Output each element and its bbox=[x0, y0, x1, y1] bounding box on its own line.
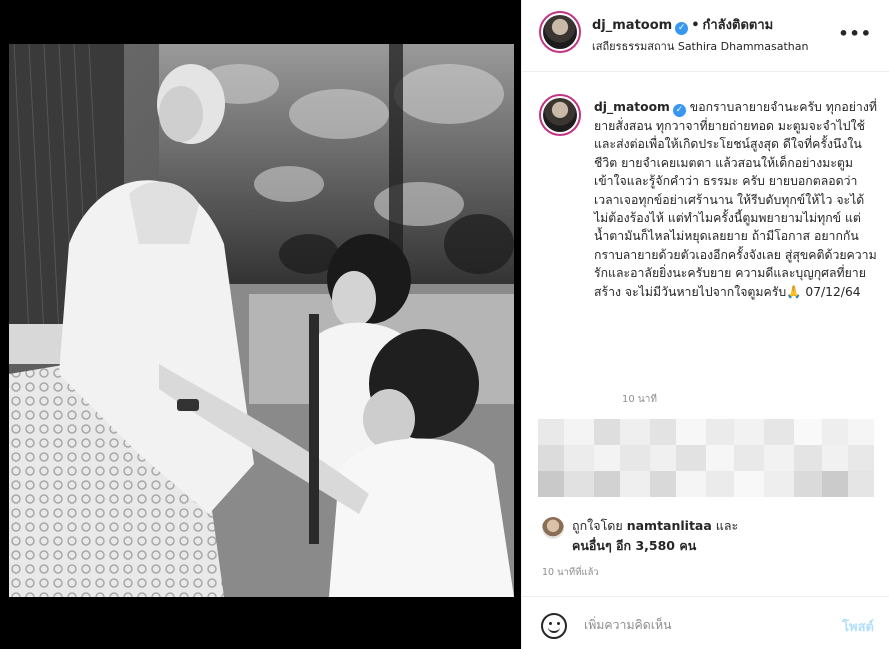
location-link[interactable]: เสถียรธรรมสถาน Sathira Dhammasathan bbox=[592, 37, 808, 55]
post-header: dj_matoom ✓ • กำลังติดตาม เสถียรธรรมสถาน Sa… bbox=[522, 0, 889, 72]
post-sidebar: dj_matoom ✓ • กำลังติดตาม เสถียรธรรมสถาน Sa… bbox=[521, 0, 889, 649]
comment-input[interactable] bbox=[584, 613, 814, 637]
caption-text: dj_matoom ✓ ขอกราบลายายจำนะครับ ทุกอย่างท… bbox=[594, 98, 878, 301]
caption-section: dj_matoom ✓ ขอกราบลายายจำนะครับ ทุกอย่างท… bbox=[522, 72, 889, 410]
post-comment-button[interactable]: โพสต์ bbox=[842, 616, 874, 637]
verified-badge-icon: ✓ bbox=[675, 22, 689, 35]
caption-author-avatar[interactable] bbox=[539, 94, 581, 136]
smiley-icon[interactable] bbox=[541, 613, 567, 639]
author-username[interactable]: dj_matoom bbox=[592, 18, 672, 33]
caption-timestamp: 10 นาที bbox=[622, 394, 657, 405]
verified-badge-icon: ✓ bbox=[672, 104, 686, 117]
author-line: dj_matoom ✓ • กำลังติดตาม bbox=[592, 14, 773, 35]
comment-bar: โพสต์ bbox=[522, 596, 889, 649]
more-options-icon[interactable]: ••• bbox=[838, 24, 872, 43]
liker-avatar[interactable] bbox=[542, 517, 564, 539]
caption-username[interactable]: dj_matoom bbox=[594, 100, 670, 114]
liker-username[interactable]: namtanlitaa bbox=[627, 518, 712, 533]
separator-dot: • bbox=[691, 18, 700, 33]
caption-body: ขอกราบลายายจำนะครับ ทุกอย่างที่ยายสั่งสอ… bbox=[594, 100, 877, 299]
likes-text: ถูกใจโดย namtanlitaa และ คนอื่นๆ อีก 3,5… bbox=[572, 516, 738, 556]
post-photo[interactable] bbox=[9, 44, 514, 597]
following-button[interactable]: กำลังติดตาม bbox=[703, 18, 774, 33]
author-avatar[interactable] bbox=[539, 11, 581, 53]
likes-prefix: ถูกใจโดย bbox=[572, 518, 623, 533]
likes-count-link[interactable]: คนอื่นๆ อีก 3,580 คน bbox=[572, 538, 696, 553]
post-photo-illustration bbox=[9, 44, 514, 597]
post-timestamp[interactable]: 10 นาทีที่แล้ว bbox=[542, 565, 599, 580]
post-photo-panel bbox=[0, 0, 521, 649]
likes-joiner: และ bbox=[715, 518, 739, 533]
censored-comments-area bbox=[538, 419, 874, 497]
